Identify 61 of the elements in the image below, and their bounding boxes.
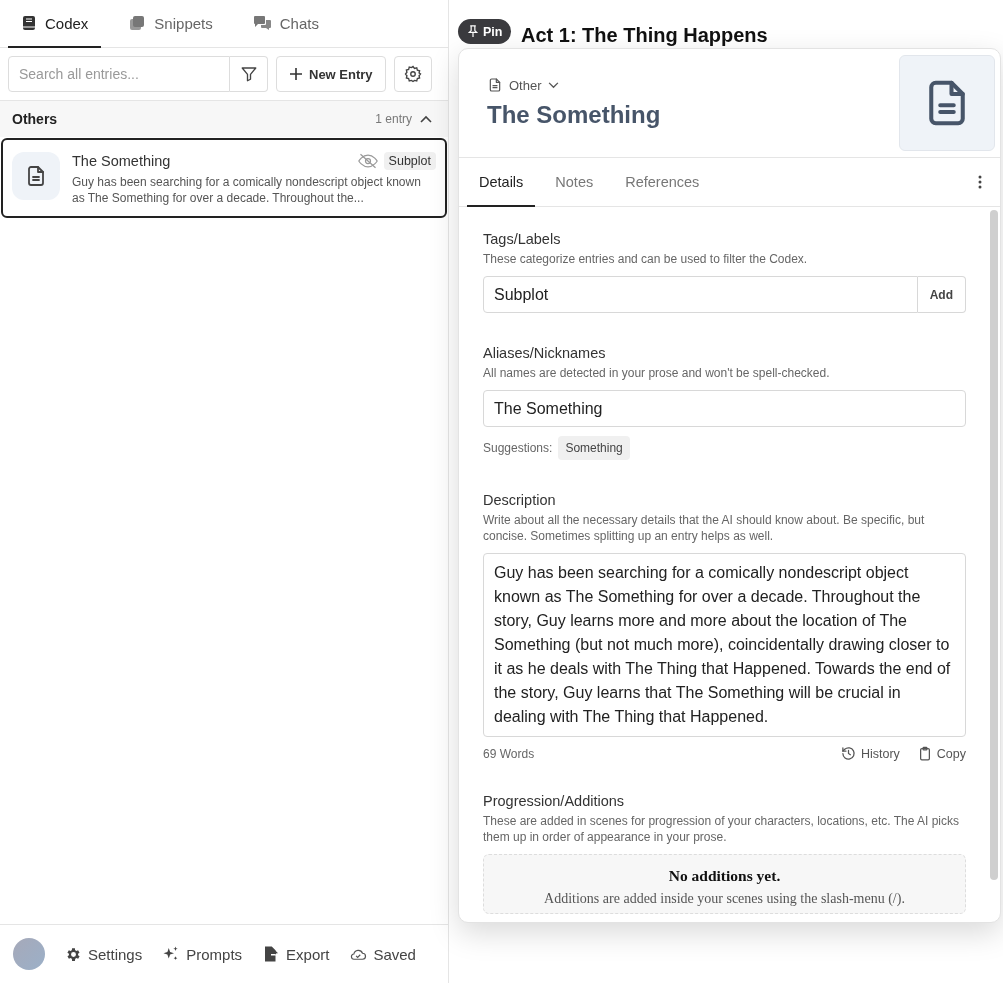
aliases-field[interactable]: The Something <box>483 390 966 427</box>
panel-tab[interactable]: References <box>613 158 712 207</box>
footer-button[interactable]: Prompts <box>162 945 243 963</box>
settings-button[interactable] <box>393 56 432 92</box>
panel-tab[interactable]: Details <box>467 158 536 207</box>
footer-button[interactable]: Settings <box>65 945 143 963</box>
new-entry-button[interactable]: New Entry <box>276 56 386 92</box>
empty-state-title: No additions yet. <box>667 867 782 885</box>
field-label: Progression/Additions <box>483 793 626 809</box>
sidebar-tab[interactable]: Codex <box>8 0 102 48</box>
gear-icon <box>65 945 82 963</box>
field-hint: Write about all the necessary details that the AI should know about. Be specific, but concise. Sometimes splitting up an entry helps as well. <box>483 512 926 544</box>
field-label: Description <box>483 492 557 508</box>
description-field[interactable]: Guy has been searching for a comically nondescript object known as The Something for over a decade. Throughout the story, Guy learns more and more about the location of The Something (but not much more), coincidentally drawing closer to it as he deals with The Thing that Happened. Towards the end of the story, Guy learns that The Something will be crucial in dealing with The Thing that Happened. <box>483 553 966 737</box>
entry-count: 1 entry <box>375 112 412 126</box>
chat-bubbles-icon <box>252 15 272 31</box>
tag-label: Subplot <box>383 152 436 170</box>
filter-icon <box>239 65 258 83</box>
book-icon <box>21 15 37 31</box>
word-count: 69 Words <box>483 746 536 761</box>
entry-title: The Something <box>72 153 172 169</box>
entry-image[interactable] <box>899 55 995 151</box>
chevron-icon <box>420 115 432 123</box>
group-header[interactable]: Others 1 entry <box>0 101 448 137</box>
pushpin-icon <box>467 25 479 38</box>
plus-icon <box>289 67 303 81</box>
sidebar-tab[interactable]: Chats <box>239 0 332 48</box>
filter-button[interactable] <box>230 56 268 92</box>
tags-field[interactable]: Subplot <box>483 276 918 313</box>
copy-button[interactable]: Copy <box>917 746 966 761</box>
search-field[interactable]: Search all entries... <box>8 56 230 92</box>
field-hint: All names are detected in your prose and won't be spell-checked. <box>483 365 831 381</box>
more-icon <box>978 175 982 189</box>
sidebar-tab[interactable]: Snippets <box>115 0 226 48</box>
history-icon <box>840 746 856 761</box>
scrollbar-thumb[interactable] <box>990 210 998 880</box>
entry-card[interactable]: The Something Subplot Guy has been searching for a comically nondescript object known as The Something for over a decade. Throughout the... <box>1 138 447 218</box>
history-button[interactable]: History <box>840 746 900 761</box>
stacked-pages-icon <box>128 15 147 31</box>
document-icon <box>487 77 503 93</box>
add-button[interactable]: Add <box>917 276 966 313</box>
eye-slash-icon <box>357 153 378 169</box>
footer-button[interactable]: Export <box>262 945 330 963</box>
entry-summary: Guy has been searching for a comically nondescript object known as The Something for over a decade. Throughout the... <box>72 174 422 206</box>
suggestions-label: Suggestions: <box>483 441 553 455</box>
field-hint: These are added in scenes for progression of your characters, locations, etc. The AI picks them up in order of appearance in your prose. <box>483 813 961 845</box>
settings-icon <box>403 65 422 83</box>
field-label: Tags/Labels <box>483 231 562 247</box>
pin-button[interactable]: Pin <box>458 19 512 44</box>
empty-state-text: Additions are added inside your scenes using the slash-menu (/). <box>543 891 906 907</box>
field-hint: These categorize entries and can be used to filter the Codex. <box>483 251 809 267</box>
clipboard-icon <box>917 746 932 761</box>
group-title: Others <box>12 111 59 127</box>
field-label: Aliases/Nicknames <box>483 345 607 361</box>
footer-button[interactable]: Saved <box>349 945 416 963</box>
panel-tab[interactable]: Notes <box>543 158 606 207</box>
suggestion-chip[interactable]: Something <box>558 436 630 460</box>
chevron-down-icon <box>547 81 559 89</box>
chapter-heading: Act 1: The Thing Happens <box>521 24 768 46</box>
category-dropdown[interactable]: Other <box>487 77 559 93</box>
entry-title: The Something <box>487 101 662 129</box>
